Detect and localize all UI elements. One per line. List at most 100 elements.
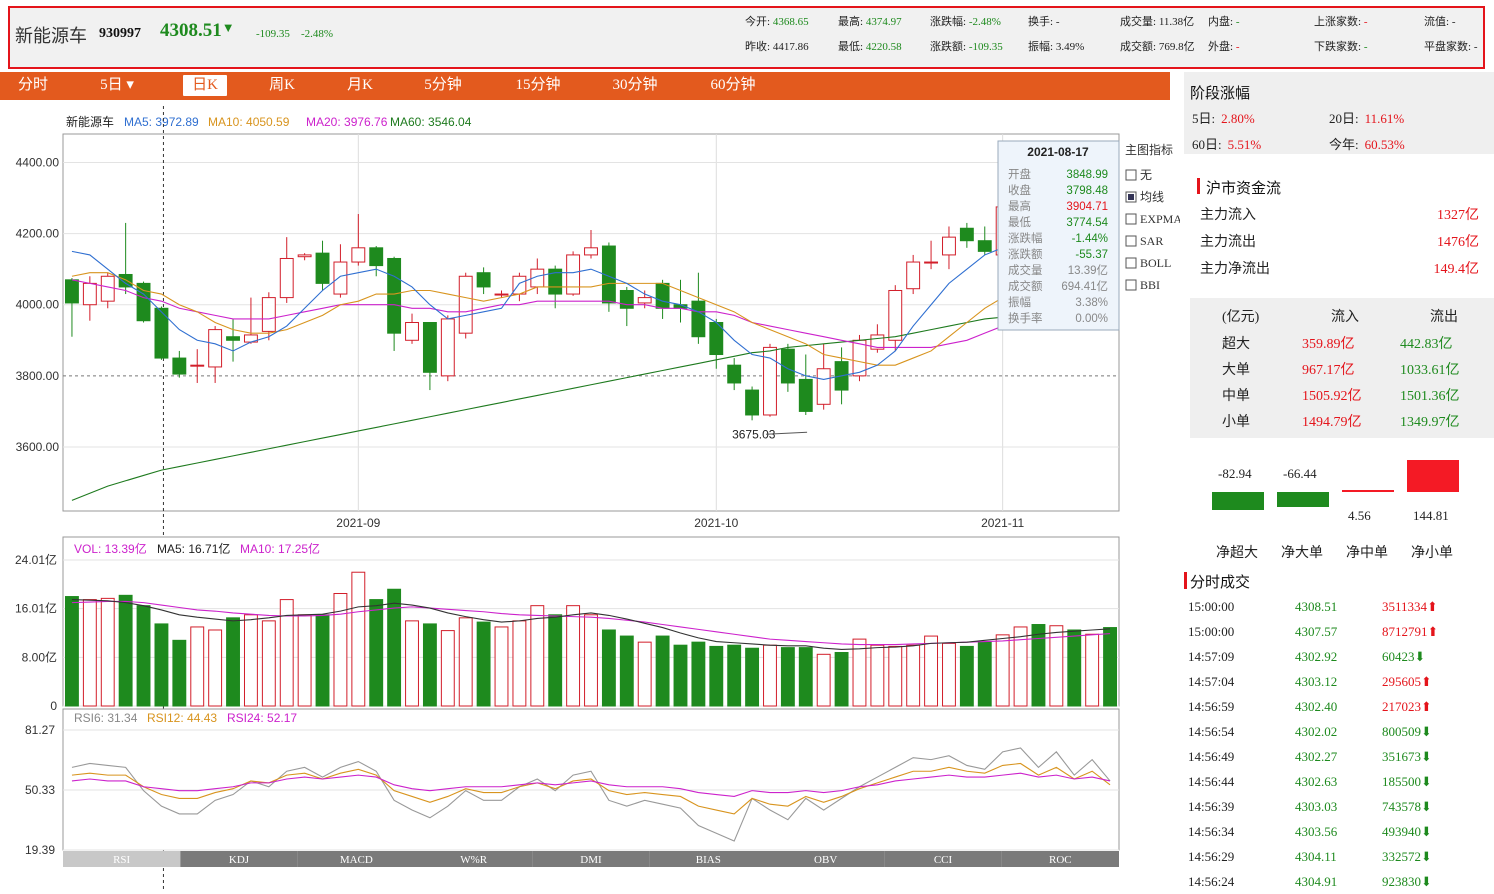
volume-bar[interactable] xyxy=(1085,633,1100,707)
volume-bar[interactable] xyxy=(136,605,151,707)
tab-3[interactable]: 周K xyxy=(262,75,302,96)
checkbox[interactable] xyxy=(1125,279,1137,291)
volume-bar[interactable] xyxy=(351,571,366,707)
volume-bar[interactable] xyxy=(369,599,384,707)
indicator-tab-obv[interactable]: OBV xyxy=(767,851,885,867)
volume-bar[interactable] xyxy=(906,644,921,707)
volume-bar[interactable] xyxy=(619,635,634,707)
indicator-tab-roc[interactable]: ROC xyxy=(1001,851,1119,867)
volume-bar[interactable] xyxy=(261,620,276,707)
volume-bar[interactable] xyxy=(727,644,742,707)
volume-bar[interactable] xyxy=(745,647,760,707)
indicator-option-3[interactable]: SAR xyxy=(1125,234,1163,248)
tab-7[interactable]: 30分钟 xyxy=(604,75,666,96)
volume-bar[interactable] xyxy=(870,644,885,707)
checkbox[interactable] xyxy=(1125,169,1137,181)
arrow-down-icon: ⬇ xyxy=(1421,799,1432,814)
tab-0[interactable]: 分时 xyxy=(10,75,56,96)
volume-bar[interactable] xyxy=(977,641,992,707)
volume-bar[interactable] xyxy=(780,647,795,707)
indicator-tab-macd[interactable]: MACD xyxy=(297,851,415,867)
candle[interactable] xyxy=(763,343,777,417)
volume-bar[interactable] xyxy=(387,588,402,707)
indicator-option-5[interactable]: BBI xyxy=(1125,278,1160,292)
volume-bar[interactable] xyxy=(691,641,706,707)
volume-bar[interactable] xyxy=(637,641,652,707)
volume-bar[interactable] xyxy=(709,645,724,707)
volume-bar[interactable] xyxy=(566,605,581,707)
fund-table-head: 流入 xyxy=(1331,310,1359,325)
volume-bar[interactable] xyxy=(1013,626,1028,707)
indicator-tab-dmi[interactable]: DMI xyxy=(532,851,650,867)
volume-bar[interactable] xyxy=(584,614,598,707)
volume-bar[interactable] xyxy=(924,635,939,707)
volume-bar[interactable] xyxy=(315,614,330,707)
volume-bar[interactable] xyxy=(118,594,133,707)
indicator-option-4[interactable]: BOLL xyxy=(1125,256,1171,270)
tab-5[interactable]: 5分钟 xyxy=(416,75,470,96)
indicator-option-0[interactable]: 无 xyxy=(1125,168,1152,182)
volume-bar[interactable] xyxy=(512,620,527,707)
checkbox[interactable] xyxy=(1125,213,1137,225)
volume-bar[interactable] xyxy=(440,630,455,707)
indicator-option-1[interactable]: 均线 xyxy=(1125,190,1164,204)
indicator-tab-bias[interactable]: BIAS xyxy=(649,851,767,867)
candle[interactable] xyxy=(440,315,455,382)
tab-4[interactable]: 月K xyxy=(340,75,380,96)
candle[interactable] xyxy=(852,334,867,382)
volume-bar[interactable] xyxy=(1031,624,1046,707)
volume-bar[interactable] xyxy=(1103,627,1117,707)
kline-chart[interactable]: 新能源车 MA5: 3972.89 MA10: 4050.59 MA20: 3976.… xyxy=(0,100,1180,890)
tab-6[interactable]: 15分钟 xyxy=(508,75,568,96)
indicator-tab-rsi[interactable]: RSI xyxy=(63,851,181,867)
volume-bar[interactable] xyxy=(1067,629,1082,707)
volume-bar[interactable] xyxy=(995,634,1010,707)
volume-bar[interactable] xyxy=(816,653,831,707)
volume-bar[interactable] xyxy=(655,635,670,707)
quote-header: 新能源车 930997 4308.51▼ -109.35 -2.48% 今开: … xyxy=(8,6,1485,69)
indicator-tab-cci[interactable]: CCI xyxy=(884,851,1002,867)
volume-bar[interactable] xyxy=(297,614,312,707)
candle-body xyxy=(333,261,348,295)
candle[interactable] xyxy=(154,306,169,360)
candle[interactable] xyxy=(566,251,581,296)
candle[interactable] xyxy=(745,386,760,421)
volume-bar[interactable] xyxy=(154,623,169,707)
volume-bar[interactable] xyxy=(834,651,849,707)
indicator-tab-label: DMI xyxy=(580,854,602,866)
volume-bar[interactable] xyxy=(494,626,509,707)
volume-bar[interactable] xyxy=(208,629,223,707)
volume-bar[interactable] xyxy=(65,596,79,707)
volume-bar[interactable] xyxy=(82,599,97,707)
volume-bar[interactable] xyxy=(888,645,903,707)
volume-bar[interactable] xyxy=(422,623,437,707)
volume-bar[interactable] xyxy=(405,620,419,707)
checkbox[interactable] xyxy=(1125,257,1137,269)
volume-bar[interactable] xyxy=(959,645,974,707)
tick-volume-value: 8712791 xyxy=(1382,624,1428,639)
volume-bar[interactable] xyxy=(190,626,205,707)
volume-bar[interactable] xyxy=(226,617,240,707)
volume-bar[interactable] xyxy=(798,647,813,707)
indicator-tab-kdj[interactable]: KDJ xyxy=(180,851,298,867)
volume-bar[interactable] xyxy=(548,614,563,707)
volume-bar[interactable] xyxy=(530,605,545,707)
volume-bar[interactable] xyxy=(172,639,187,707)
tab-1[interactable]: 5日 ▾ xyxy=(92,75,142,96)
volume-bar[interactable] xyxy=(942,642,956,707)
candle[interactable] xyxy=(458,272,473,339)
tab-8[interactable]: 60分钟 xyxy=(702,75,764,96)
x-tick-label: 2021-10 xyxy=(694,516,738,530)
volume-bar[interactable] xyxy=(601,629,616,707)
volume-bar[interactable] xyxy=(458,617,473,707)
tab-2[interactable]: 日K xyxy=(183,75,227,96)
volume-bar[interactable] xyxy=(476,621,491,707)
checkbox[interactable] xyxy=(1125,235,1137,247)
volume-bar[interactable] xyxy=(100,597,115,707)
indicator-tab-wr[interactable]: W%R xyxy=(415,851,533,867)
tick-time: 14:56:24 xyxy=(1188,874,1235,889)
volume-bar[interactable] xyxy=(763,644,777,707)
volume-bar[interactable] xyxy=(243,614,258,707)
indicator-option-2[interactable]: EXPMA xyxy=(1125,212,1180,226)
volume-bar[interactable] xyxy=(673,644,688,707)
